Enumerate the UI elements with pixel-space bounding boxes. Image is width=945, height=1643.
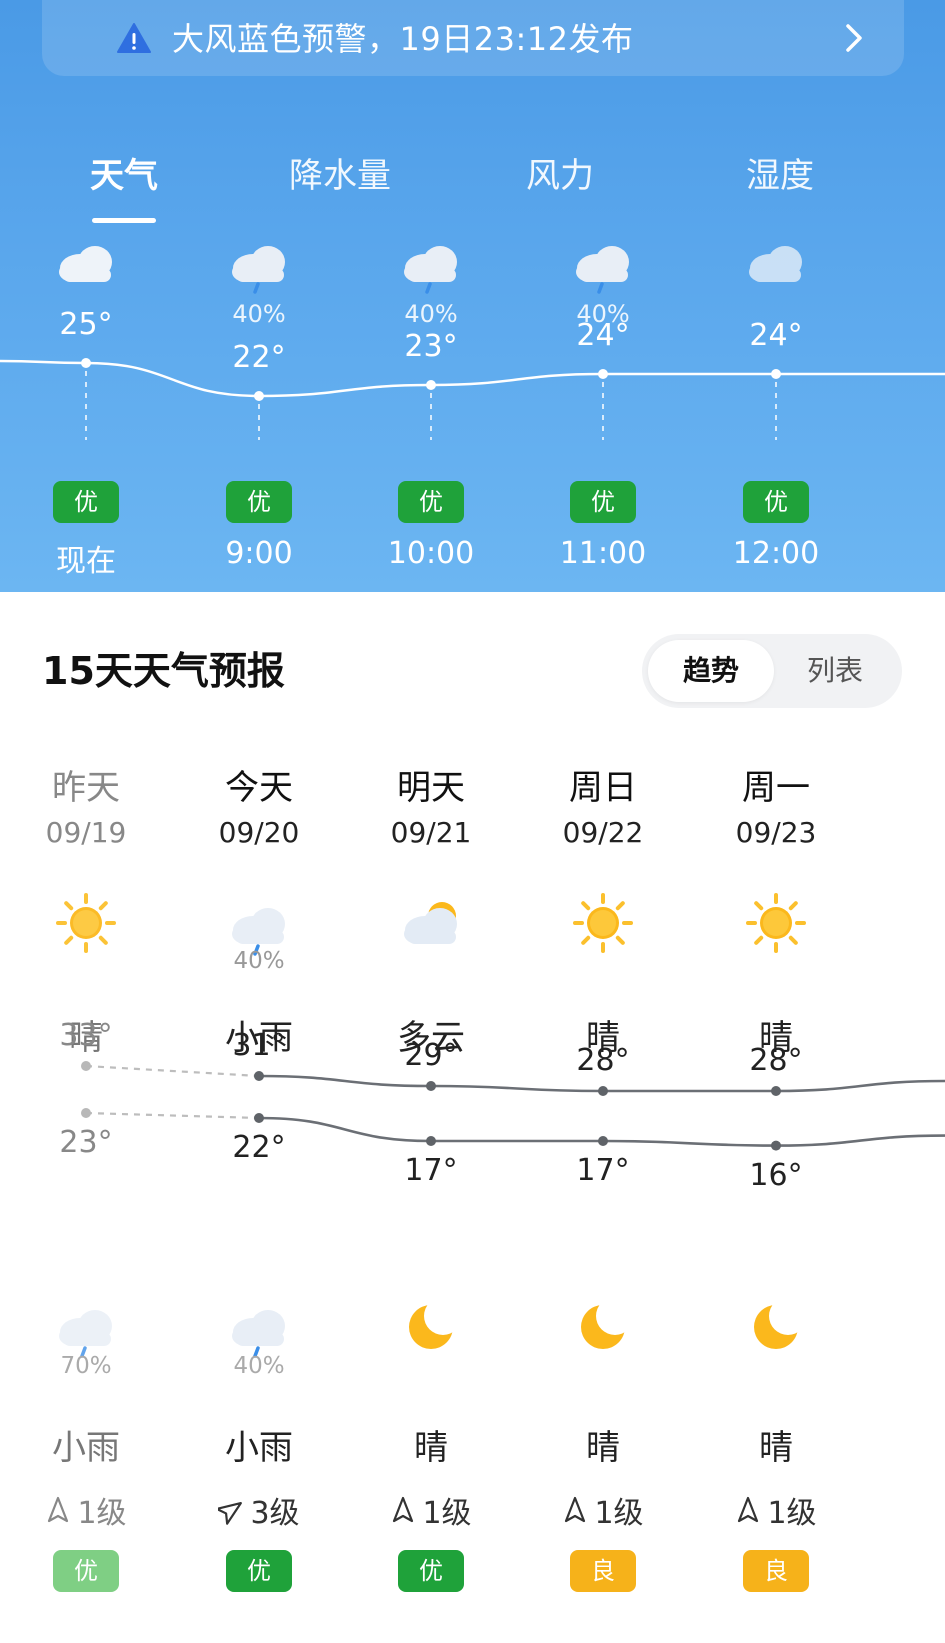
wind-level-text: 1级 [422, 1496, 472, 1531]
wind-level: 1级 [0, 1488, 176, 1532]
high-temp: 28° [576, 1043, 630, 1078]
wind-direction-icon [218, 1502, 243, 1525]
day-date: 09/19 [45, 816, 127, 849]
night-condition: 晴 [586, 1428, 620, 1468]
wind-direction-icon [393, 1496, 414, 1523]
aqi-badge: 良 [570, 1550, 636, 1592]
wind-level: 1级 [341, 1488, 521, 1532]
high-temp: 28° [749, 1043, 803, 1078]
day-date: 09/23 [735, 816, 817, 849]
aqi-badge: 优 [53, 1550, 119, 1592]
low-temp: 16° [749, 1157, 803, 1193]
day-name: 昨天 [52, 768, 120, 808]
sunny-icon [570, 890, 636, 956]
day-name: 周日 [569, 768, 637, 808]
aqi-badge: 优 [398, 1550, 464, 1592]
day-date: 09/21 [390, 816, 472, 849]
night-precip-chance: 70% [60, 1353, 112, 1379]
weather-app: 大风蓝色预警，19日23:12发布 天气 降水量 风力 湿度 25° 优现在 40%… [0, 0, 945, 1643]
aqi-badge: 良 [743, 1550, 809, 1592]
wind-direction-icon [48, 1496, 69, 1523]
wind-direction-icon [565, 1496, 586, 1523]
forecast-day[interactable]: 今天 09/20 40% 小雨 31° 22° 40% 小雨 3级优 [169, 0, 349, 1643]
wind-level: 3级 [169, 1488, 349, 1532]
high-temp: 33° [59, 1018, 113, 1053]
night-condition: 小雨 [225, 1428, 293, 1468]
day-precip-chance: 40% [233, 948, 285, 974]
low-temp: 17° [404, 1153, 458, 1188]
wind-level-text: 1级 [767, 1496, 817, 1531]
moon-icon [398, 1292, 464, 1358]
high-temp: 29° [404, 1038, 458, 1073]
partly-cloudy-icon [398, 890, 464, 956]
aqi-badge: 优 [226, 1550, 292, 1592]
wind-level-text: 3级 [250, 1496, 300, 1531]
forecast-day[interactable]: 周一 09/23 晴 28° 16° 晴 1级良 [686, 0, 866, 1643]
forecast-day[interactable]: 周日 09/22 晴 28° 17° 晴 1级良 [513, 0, 693, 1643]
sunny-icon [53, 890, 119, 956]
day-date: 09/22 [562, 816, 644, 849]
wind-level: 1级 [686, 1488, 866, 1532]
day-name: 周一 [742, 768, 810, 808]
day-name: 今天 [225, 768, 293, 808]
forecast-day[interactable]: 昨天 09/19 晴 33° 23° 70% 小雨 1级优 [0, 0, 176, 1643]
wind-level-text: 1级 [594, 1496, 644, 1531]
light-rain-icon [226, 890, 292, 956]
wind-level-text: 1级 [77, 1496, 127, 1531]
light-rain-icon [226, 1292, 292, 1358]
moon-icon [570, 1292, 636, 1358]
day-date: 09/20 [218, 816, 300, 849]
forecast-day[interactable]: 明天 09/21 多云 29° 17° 晴 1级优 [341, 0, 521, 1643]
wind-direction-icon [738, 1496, 759, 1523]
night-condition: 晴 [759, 1428, 793, 1468]
night-condition: 小雨 [52, 1428, 120, 1468]
night-condition: 晴 [414, 1428, 448, 1468]
sunny-icon [743, 890, 809, 956]
low-temp: 23° [59, 1125, 113, 1160]
low-temp: 17° [576, 1153, 630, 1188]
night-precip-chance: 40% [233, 1353, 285, 1379]
light-rain-icon [53, 1292, 119, 1358]
wind-level: 1级 [513, 1488, 693, 1532]
low-temp: 22° [232, 1130, 286, 1165]
day-name: 明天 [397, 768, 465, 808]
moon-icon [743, 1292, 809, 1358]
high-temp: 31° [232, 1028, 286, 1063]
